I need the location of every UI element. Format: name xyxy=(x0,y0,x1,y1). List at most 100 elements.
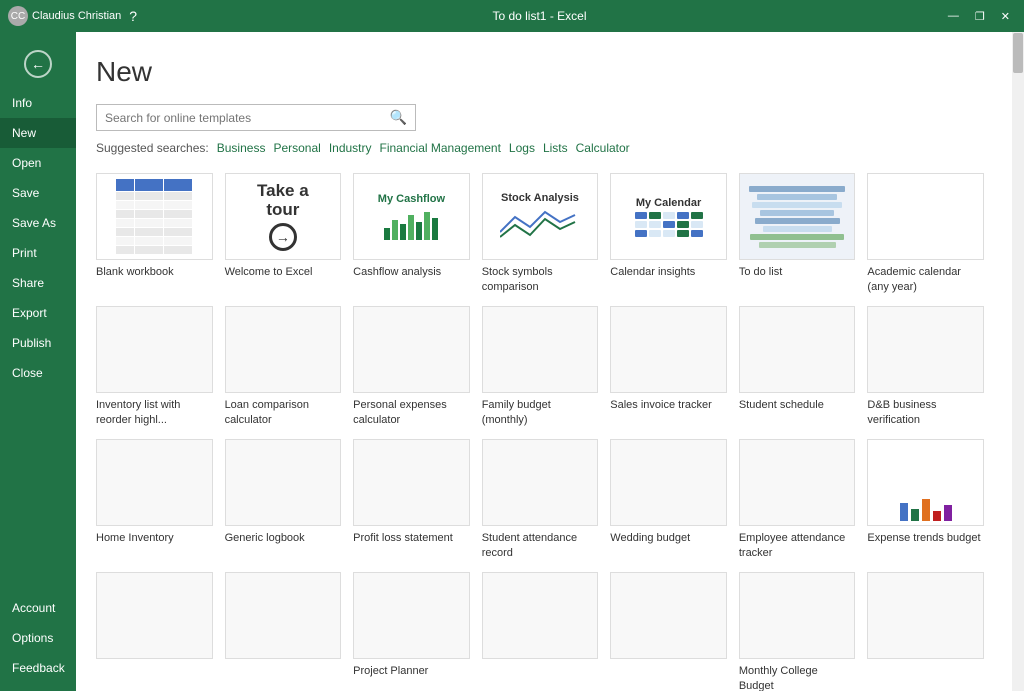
template-thumb-attendance xyxy=(482,439,599,526)
template-card-todo[interactable]: To do list xyxy=(739,173,856,294)
sidebar-item-print[interactable]: Print xyxy=(0,238,76,268)
sidebar-item-save-as[interactable]: Save As xyxy=(0,208,76,238)
template-thumb-stock: Stock Analysis xyxy=(482,173,599,260)
template-card-r2[interactable] xyxy=(225,572,342,691)
template-name-stock: Stock symbols comparison xyxy=(482,265,599,294)
template-thumb-r6 xyxy=(739,572,856,659)
suggested-tag-calculator[interactable]: Calculator xyxy=(576,141,630,155)
template-card-logbook[interactable]: Generic logbook xyxy=(225,439,342,560)
template-name-calendar: Calendar insights xyxy=(610,265,727,279)
template-thumb-r2 xyxy=(225,572,342,659)
template-card-r7[interactable] xyxy=(867,572,984,691)
template-name-emp-attend: Employee attendance tracker xyxy=(739,531,856,560)
template-card-sales[interactable]: Sales invoice tracker xyxy=(610,306,727,427)
template-card-wedding[interactable]: Wedding budget xyxy=(610,439,727,560)
template-card-r3[interactable]: Project Planner xyxy=(353,572,470,691)
template-thumb-sales xyxy=(610,306,727,393)
sidebar-item-new[interactable]: New xyxy=(0,118,76,148)
sidebar-item-publish[interactable]: Publish xyxy=(0,328,76,358)
sidebar-item-close[interactable]: Close xyxy=(0,358,76,388)
sidebar-item-account[interactable]: Account xyxy=(0,593,76,623)
sidebar-item-info[interactable]: Info xyxy=(0,88,76,118)
sidebar-item-export[interactable]: Export xyxy=(0,298,76,328)
suggested-tag-business[interactable]: Business xyxy=(217,141,266,155)
template-card-emp-attend[interactable]: Employee attendance tracker xyxy=(739,439,856,560)
template-card-inventory[interactable]: Inventory list with reorder highl... xyxy=(96,306,213,427)
template-thumb-student xyxy=(739,306,856,393)
template-thumb-expenses xyxy=(353,306,470,393)
template-name-attendance: Student attendance record xyxy=(482,531,599,560)
template-name-inventory: Inventory list with reorder highl... xyxy=(96,398,213,427)
suggested-tag-logs[interactable]: Logs xyxy=(509,141,535,155)
template-card-tour[interactable]: Take a tour→Welcome to Excel xyxy=(225,173,342,294)
sidebar: ← InfoNewOpenSaveSave AsPrintShareExport… xyxy=(0,32,76,691)
template-card-blank[interactable]: Blank workbook xyxy=(96,173,213,294)
template-name-sales: Sales invoice tracker xyxy=(610,398,727,412)
suggested-tag-industry[interactable]: Industry xyxy=(329,141,372,155)
suggested-tag-lists[interactable]: Lists xyxy=(543,141,568,155)
template-thumb-logbook xyxy=(225,439,342,526)
template-thumb-expense-trend xyxy=(867,439,984,526)
template-card-attendance[interactable]: Student attendance record xyxy=(482,439,599,560)
template-card-r1[interactable] xyxy=(96,572,213,691)
minimize-button[interactable]: — xyxy=(942,8,965,24)
template-thumb-r4 xyxy=(482,572,599,659)
title-bar: CC Claudius Christian ? To do list1 - Ex… xyxy=(0,0,1024,32)
template-thumb-loan xyxy=(225,306,342,393)
suggested-tag-financial-management[interactable]: Financial Management xyxy=(380,141,501,155)
template-thumb-inventory xyxy=(96,306,213,393)
template-card-r5[interactable] xyxy=(610,572,727,691)
suggested-searches: Suggested searches: BusinessPersonalIndu… xyxy=(96,141,1000,155)
template-card-r6[interactable]: Monthly College Budget xyxy=(739,572,856,691)
template-thumb-cashflow: My Cashflow xyxy=(353,173,470,260)
template-card-home-inv[interactable]: Home Inventory xyxy=(96,439,213,560)
template-thumb-home-inv xyxy=(96,439,213,526)
template-name-todo: To do list xyxy=(739,265,856,279)
maximize-button[interactable]: ❐ xyxy=(969,8,991,25)
template-thumb-emp-attend xyxy=(739,439,856,526)
template-name-academic: Academic calendar (any year) xyxy=(867,265,984,294)
template-card-loan[interactable]: Loan comparison calculator xyxy=(225,306,342,427)
template-card-academic[interactable]: Academic calendar (any year) xyxy=(867,173,984,294)
template-card-expense-trend[interactable]: Expense trends budget xyxy=(867,439,984,560)
template-card-student[interactable]: Student schedule xyxy=(739,306,856,427)
template-card-profit[interactable]: Profit loss statement xyxy=(353,439,470,560)
app-body: ← InfoNewOpenSaveSave AsPrintShareExport… xyxy=(0,32,1024,691)
search-box[interactable]: 🔍 xyxy=(96,104,416,131)
template-name-cashflow: Cashflow analysis xyxy=(353,265,470,279)
template-name-r6: Monthly College Budget xyxy=(739,664,856,691)
sidebar-item-open[interactable]: Open xyxy=(0,148,76,178)
template-thumb-blank xyxy=(96,173,213,260)
sidebar-item-feedback[interactable]: Feedback xyxy=(0,653,76,683)
template-card-dab[interactable]: D&B business verification xyxy=(867,306,984,427)
window-title: To do list1 - Excel xyxy=(137,9,942,23)
scrollbar-thumb xyxy=(1013,33,1023,73)
page-title: New xyxy=(96,56,1000,88)
help-icon[interactable]: ? xyxy=(129,8,137,24)
content-area: New 🔍 Suggested searches: BusinessPerson… xyxy=(76,32,1024,691)
template-thumb-r7 xyxy=(867,572,984,659)
avatar: CC xyxy=(8,6,28,26)
template-card-r4[interactable] xyxy=(482,572,599,691)
sidebar-item-options[interactable]: Options xyxy=(0,623,76,653)
template-name-blank: Blank workbook xyxy=(96,265,213,279)
template-card-expenses[interactable]: Personal expenses calculator xyxy=(353,306,470,427)
back-button[interactable]: ← xyxy=(0,40,76,88)
template-name-student: Student schedule xyxy=(739,398,856,412)
scrollbar[interactable] xyxy=(1012,32,1024,691)
sidebar-item-share[interactable]: Share xyxy=(0,268,76,298)
template-card-calendar[interactable]: My Calendar Calendar insights xyxy=(610,173,727,294)
template-name-expense-trend: Expense trends budget xyxy=(867,531,984,545)
template-name-loan: Loan comparison calculator xyxy=(225,398,342,427)
search-icon[interactable]: 🔍 xyxy=(390,109,407,126)
back-circle-icon: ← xyxy=(24,50,52,78)
suggested-tag-personal[interactable]: Personal xyxy=(273,141,320,155)
user-info: CC Claudius Christian ? xyxy=(8,6,137,26)
search-input[interactable] xyxy=(105,111,390,125)
template-card-cashflow[interactable]: My Cashflow Cashflow analysis xyxy=(353,173,470,294)
sidebar-item-save[interactable]: Save xyxy=(0,178,76,208)
template-thumb-calendar: My Calendar xyxy=(610,173,727,260)
close-button[interactable]: ✕ xyxy=(995,8,1016,25)
template-card-family-budget[interactable]: Family budget (monthly) xyxy=(482,306,599,427)
template-card-stock[interactable]: Stock Analysis Stock symbols comparison xyxy=(482,173,599,294)
